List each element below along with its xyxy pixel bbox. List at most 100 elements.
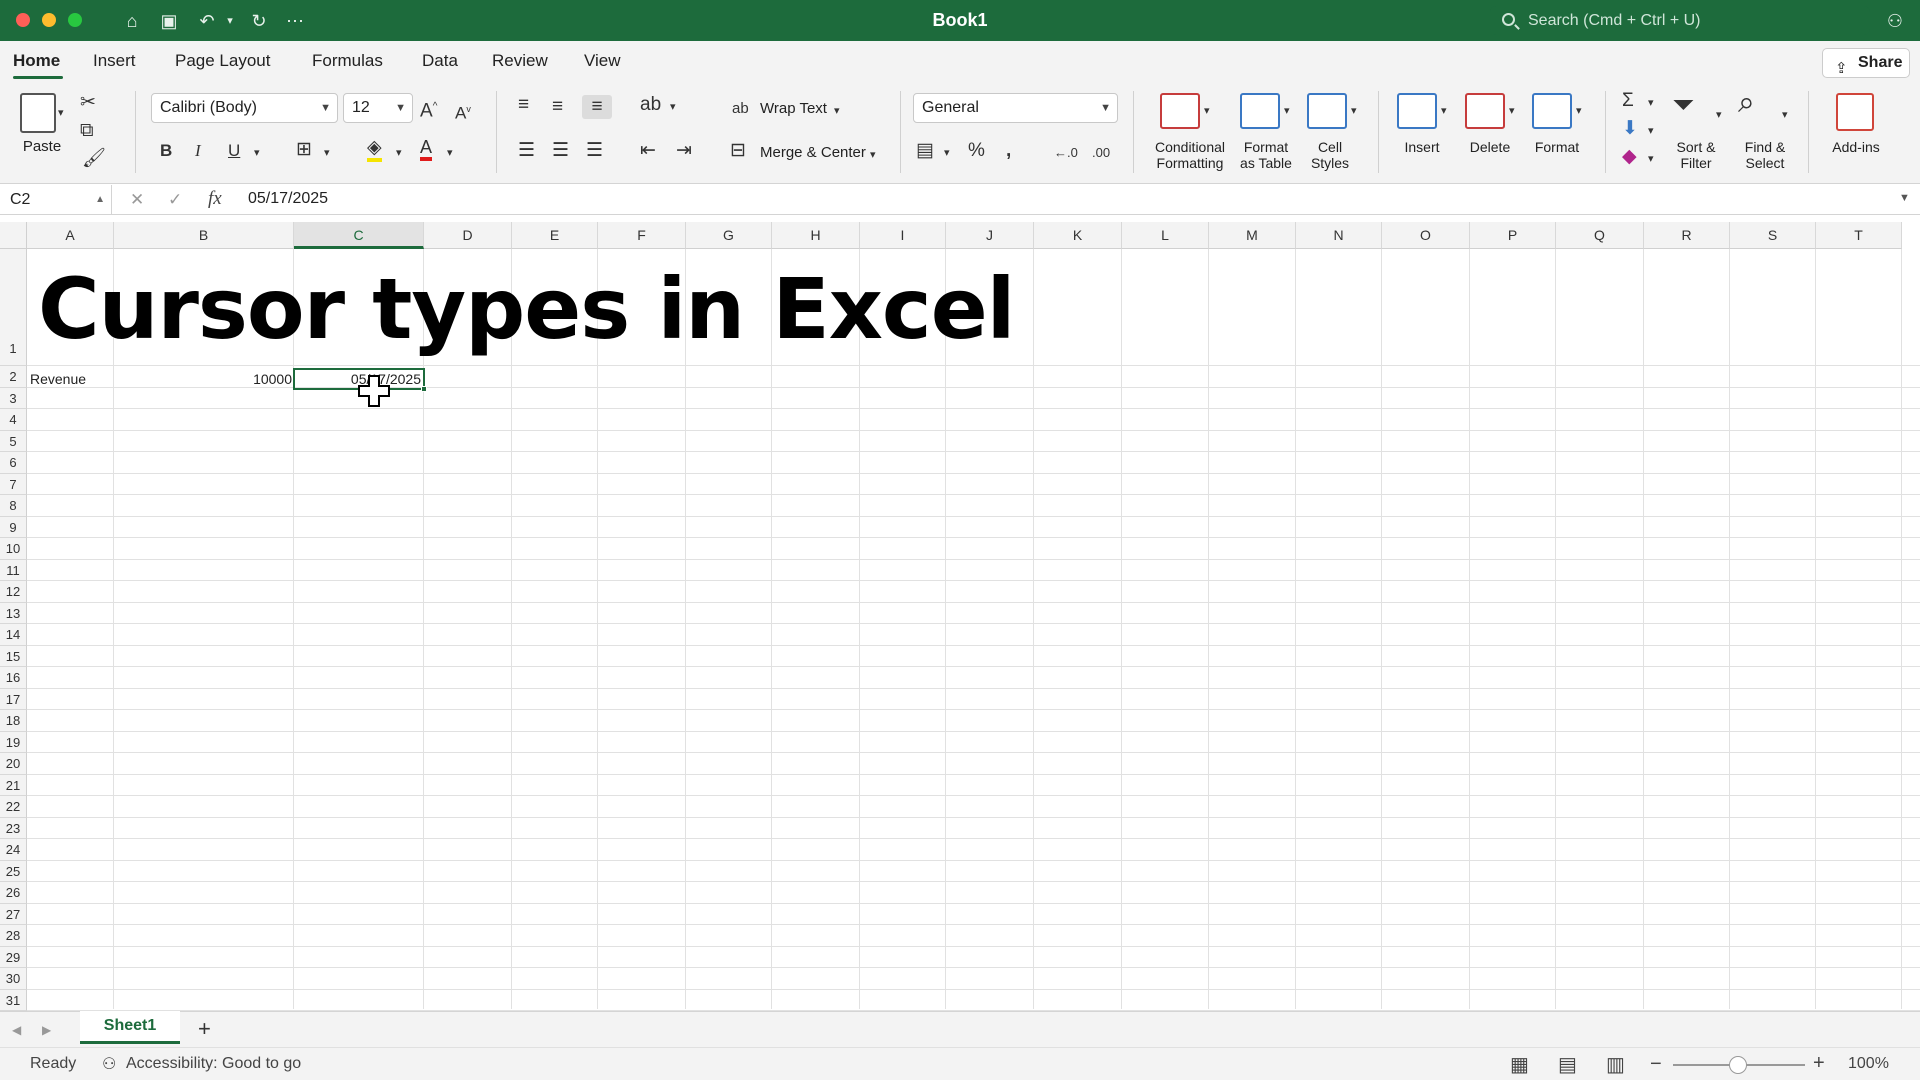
merge-center-button[interactable]: Merge & Center bbox=[760, 145, 866, 161]
decrease-decimal-icon[interactable]: .00 bbox=[1092, 141, 1110, 165]
row-header-31[interactable]: 31 bbox=[0, 989, 27, 1011]
cut-icon[interactable]: ✂ bbox=[80, 91, 96, 115]
row-header-20[interactable]: 20 bbox=[0, 753, 27, 775]
font-size-dropdown[interactable]: 12 ▼ bbox=[343, 93, 413, 123]
font-name-dropdown[interactable]: Calibri (Body) ▼ bbox=[151, 93, 338, 123]
tab-home[interactable]: Home bbox=[13, 51, 60, 71]
row-header-27[interactable]: 27 bbox=[0, 903, 27, 925]
increase-font-size-icon[interactable]: A^ bbox=[420, 95, 437, 123]
format-cells-icon[interactable] bbox=[1532, 93, 1572, 129]
merge-center-dropdown-icon[interactable]: ▾ bbox=[870, 143, 876, 167]
row-header-6[interactable]: 6 bbox=[0, 452, 27, 474]
row-header-21[interactable]: 21 bbox=[0, 774, 27, 796]
name-box[interactable]: C2▲▼ bbox=[0, 185, 112, 235]
tab-formulas[interactable]: Formulas bbox=[312, 51, 383, 71]
comma-style-icon[interactable]: , bbox=[1006, 139, 1011, 163]
row-header-17[interactable]: 17 bbox=[0, 688, 27, 710]
column-header-q[interactable]: Q bbox=[1556, 222, 1644, 249]
row-header-1[interactable]: 1 bbox=[0, 249, 27, 366]
zoom-out-icon[interactable]: − bbox=[1650, 1053, 1662, 1076]
row-header-5[interactable]: 5 bbox=[0, 430, 27, 452]
accessibility-icon[interactable]: ⚇ bbox=[102, 1054, 116, 1074]
row-header-18[interactable]: 18 bbox=[0, 710, 27, 732]
column-header-n[interactable]: N bbox=[1296, 222, 1382, 249]
accounting-dropdown-icon[interactable]: ▾ bbox=[944, 141, 950, 165]
font-color-icon[interactable]: A bbox=[420, 137, 433, 161]
fill-handle[interactable] bbox=[421, 386, 427, 392]
wrap-text-icon[interactable]: ab bbox=[732, 97, 749, 121]
conditional-formatting-button[interactable]: Conditional Formatting bbox=[1145, 139, 1235, 171]
align-center-icon[interactable]: ☰ bbox=[552, 139, 569, 163]
row-header-12[interactable]: 12 bbox=[0, 581, 27, 603]
row-header-15[interactable]: 15 bbox=[0, 645, 27, 667]
cell-styles-button[interactable]: Cell Styles bbox=[1300, 139, 1360, 171]
borders-dropdown-icon[interactable]: ▾ bbox=[324, 141, 330, 165]
insert-function-icon[interactable]: fx bbox=[208, 188, 222, 210]
format-cells-button[interactable]: Format bbox=[1527, 139, 1587, 155]
find-select-dropdown-icon[interactable]: ▾ bbox=[1782, 103, 1788, 127]
cell-b2[interactable]: 10000 bbox=[200, 369, 292, 390]
align-right-icon[interactable]: ☰ bbox=[586, 139, 603, 163]
format-as-table-button[interactable]: Format as Table bbox=[1226, 139, 1306, 171]
cell-styles-icon[interactable] bbox=[1307, 93, 1347, 129]
merge-center-icon[interactable]: ⊟ bbox=[730, 139, 746, 163]
underline-dropdown-icon[interactable]: ▾ bbox=[254, 141, 260, 165]
fill-color-dropdown-icon[interactable]: ▾ bbox=[396, 141, 402, 165]
percent-style-icon[interactable]: % bbox=[968, 139, 985, 163]
borders-icon[interactable]: ⊞ bbox=[296, 138, 312, 162]
column-header-c[interactable]: C bbox=[294, 222, 424, 249]
column-header-d[interactable]: D bbox=[424, 222, 512, 249]
sort-filter-button[interactable]: Sort & Filter bbox=[1666, 139, 1726, 171]
sort-filter-dropdown-icon[interactable]: ▾ bbox=[1716, 103, 1722, 127]
sort-filter-icon[interactable]: ⏷ bbox=[1672, 91, 1694, 119]
row-header-16[interactable]: 16 bbox=[0, 667, 27, 689]
column-header-s[interactable]: S bbox=[1730, 222, 1816, 249]
column-header-g[interactable]: G bbox=[686, 222, 772, 249]
fill-icon[interactable]: ⬇ bbox=[1622, 117, 1638, 141]
row-header-9[interactable]: 9 bbox=[0, 516, 27, 538]
find-select-button[interactable]: Find & Select bbox=[1735, 139, 1795, 171]
row-header-22[interactable]: 22 bbox=[0, 796, 27, 818]
insert-cells-dropdown-icon[interactable]: ▾ bbox=[1441, 99, 1447, 123]
format-as-table-dropdown-icon[interactable]: ▾ bbox=[1284, 99, 1290, 123]
decrease-indent-icon[interactable]: ⇤ bbox=[640, 139, 656, 163]
zoom-slider-thumb[interactable] bbox=[1729, 1056, 1747, 1074]
underline-icon[interactable]: U bbox=[228, 139, 240, 163]
clear-dropdown-icon[interactable]: ▾ bbox=[1648, 147, 1654, 171]
enter-icon[interactable]: ✓ bbox=[168, 190, 182, 210]
page-break-view-icon[interactable]: ▥ bbox=[1606, 1052, 1625, 1077]
column-header-k[interactable]: K bbox=[1034, 222, 1122, 249]
column-header-e[interactable]: E bbox=[512, 222, 598, 249]
scroll-right-icon[interactable]: ▶ bbox=[42, 1018, 51, 1042]
row-header-10[interactable]: 10 bbox=[0, 538, 27, 560]
insert-cells-button[interactable]: Insert bbox=[1392, 139, 1452, 155]
row-header-13[interactable]: 13 bbox=[0, 602, 27, 624]
tab-data[interactable]: Data bbox=[422, 51, 458, 71]
increase-decimal-icon[interactable]: ←.0 bbox=[1054, 141, 1078, 165]
row-header-14[interactable]: 14 bbox=[0, 624, 27, 646]
column-header-b[interactable]: B bbox=[114, 222, 294, 249]
account-icon[interactable]: ⚇ bbox=[1883, 9, 1907, 33]
row-header-4[interactable]: 4 bbox=[0, 409, 27, 431]
scroll-left-icon[interactable]: ◀ bbox=[12, 1018, 21, 1042]
page-layout-view-icon[interactable]: ▤ bbox=[1558, 1052, 1577, 1077]
wrap-text-dropdown-icon[interactable]: ▾ bbox=[834, 99, 840, 123]
row-header-2[interactable]: 2 bbox=[0, 366, 27, 388]
italic-icon[interactable]: I bbox=[195, 139, 201, 163]
addins-button[interactable]: Add-ins bbox=[1825, 139, 1887, 155]
delete-cells-dropdown-icon[interactable]: ▾ bbox=[1509, 99, 1515, 123]
cancel-icon[interactable]: ✕ bbox=[130, 190, 144, 210]
worksheet-grid[interactable]: A B C D E F G H I J K L M N O P Q R S T 1 2 3 4 5 6 7 8 9 10 11 12 13 14 1… bbox=[0, 222, 1920, 1011]
row-header-28[interactable]: 28 bbox=[0, 925, 27, 947]
align-middle-icon[interactable]: ≡ bbox=[552, 95, 563, 119]
delete-cells-icon[interactable] bbox=[1465, 93, 1505, 129]
tab-insert[interactable]: Insert bbox=[93, 51, 136, 71]
tab-view[interactable]: View bbox=[584, 51, 621, 71]
find-select-icon[interactable]: ⌕ bbox=[1738, 88, 1755, 118]
expand-formula-bar-icon[interactable]: ▼ bbox=[1899, 192, 1910, 204]
insert-cells-icon[interactable] bbox=[1397, 93, 1437, 129]
row-header-11[interactable]: 11 bbox=[0, 559, 27, 581]
font-color-dropdown-icon[interactable]: ▾ bbox=[447, 141, 453, 165]
share-button[interactable]: ⇪ Share bbox=[1822, 48, 1910, 78]
row-header-23[interactable]: 23 bbox=[0, 817, 27, 839]
